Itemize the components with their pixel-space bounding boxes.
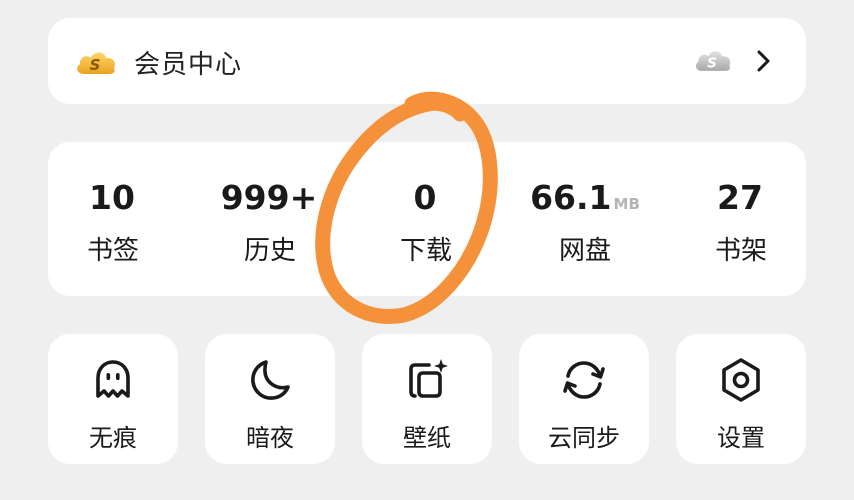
stat-downloads[interactable]: 0 下载 xyxy=(351,142,501,296)
tile-incognito[interactable]: 无痕 xyxy=(48,334,178,464)
stat-label: 网盘 xyxy=(558,236,611,266)
tile-cloud-sync[interactable]: 云同步 xyxy=(519,334,649,464)
tile-label: 壁纸 xyxy=(403,424,451,452)
chevron-right-icon[interactable] xyxy=(754,48,774,78)
stat-value: 0 xyxy=(413,178,437,217)
stat-value: 27 xyxy=(717,178,763,217)
member-center-row[interactable]: S 会员中心 S xyxy=(48,18,806,104)
gray-cloud-s-icon: S xyxy=(693,45,733,79)
svg-text:S: S xyxy=(90,56,101,74)
tile-label: 无痕 xyxy=(89,424,137,452)
stat-label: 书签 xyxy=(86,236,139,266)
stat-cloud-drive[interactable]: 66.1 MB 网盘 xyxy=(510,142,660,296)
stat-label: 书架 xyxy=(714,236,767,266)
tile-night-mode[interactable]: 暗夜 xyxy=(205,334,335,464)
settings-hexagon-icon xyxy=(717,356,765,404)
svg-text:S: S xyxy=(707,55,717,71)
stat-value: 999+ xyxy=(220,178,318,217)
stat-label: 下载 xyxy=(399,236,452,266)
stat-value: 66.1 xyxy=(530,178,612,217)
stat-unit: MB xyxy=(613,195,640,213)
stats-panel: 10 书签 999+ 历史 0 下载 66.1 MB 网盘 27 书架 xyxy=(48,142,806,296)
stat-history[interactable]: 999+ 历史 xyxy=(195,142,345,296)
sync-icon xyxy=(560,356,608,404)
tile-wallpaper[interactable]: 壁纸 xyxy=(362,334,492,464)
moon-icon xyxy=(246,356,294,404)
stat-label: 历史 xyxy=(243,236,296,266)
member-center-title: 会员中心 xyxy=(134,50,243,80)
tile-label: 设置 xyxy=(717,424,765,452)
tile-label: 暗夜 xyxy=(246,424,294,452)
gold-cloud-s-icon: S xyxy=(74,46,118,82)
wallpaper-icon xyxy=(403,356,451,404)
tile-settings[interactable]: 设置 xyxy=(676,334,806,464)
stat-bookshelf[interactable]: 27 书架 xyxy=(666,142,816,296)
stat-value: 10 xyxy=(89,178,135,217)
ghost-icon xyxy=(89,356,137,404)
tile-label: 云同步 xyxy=(548,424,620,452)
stat-bookmarks[interactable]: 10 书签 xyxy=(38,142,188,296)
